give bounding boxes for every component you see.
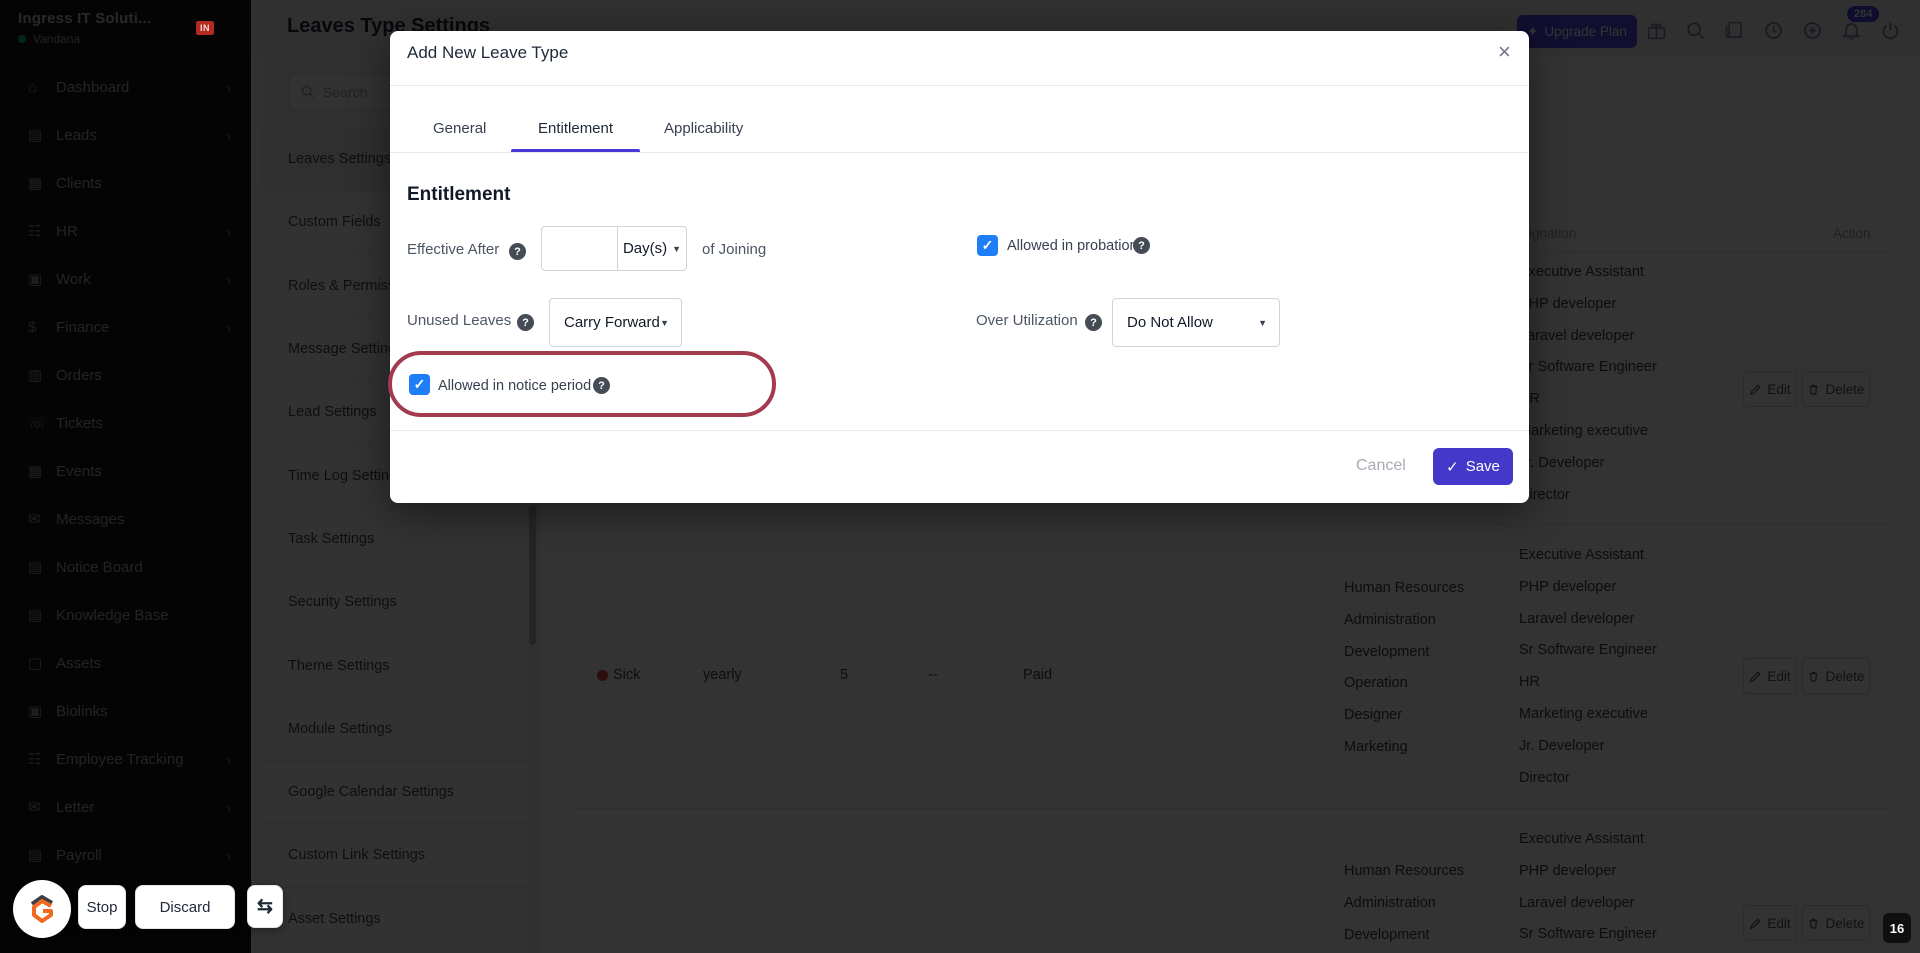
help-icon[interactable]: ? [1133, 237, 1150, 254]
cancel-button[interactable]: Cancel [1356, 457, 1406, 475]
modal-header-divider [390, 85, 1529, 86]
modal-footer-divider [390, 430, 1529, 431]
probation-label: Allowed in probation [1007, 238, 1138, 254]
caret-down-icon: ▼ [672, 244, 681, 254]
save-label: Save [1466, 458, 1500, 475]
caret-down-icon: ▼ [1258, 318, 1267, 328]
tab-entitlement[interactable]: Entitlement [538, 120, 613, 137]
stop-recording-button[interactable]: Stop [78, 885, 126, 929]
check-icon: ✓ [1446, 458, 1459, 476]
over-utilization-select[interactable]: Do Not Allow ▼ [1112, 298, 1280, 347]
recorder-logo-button[interactable] [13, 880, 71, 938]
effective-after-label: Effective After [407, 241, 499, 258]
over-utilization-label: Over Utilization [976, 312, 1078, 329]
over-utilization-value: Do Not Allow [1127, 314, 1213, 331]
unused-leaves-select[interactable]: Carry Forward ▼ [549, 298, 682, 347]
notice-period-label: Allowed in notice period [438, 378, 591, 394]
tabbar-divider [390, 152, 1529, 153]
effective-after-group: Day(s) ▼ [541, 226, 687, 271]
swap-arrows-icon: ⇆ [257, 895, 273, 918]
unused-leaves-label: Unused Leaves [407, 312, 511, 329]
app-root: Ingress IT Soluti... Vandana ⌂ Dashboard… [0, 0, 1920, 953]
add-leave-type-modal: Add New Leave Type × General Entitlement… [390, 31, 1529, 503]
modal-title: Add New Leave Type [407, 43, 568, 63]
swap-arrows-button[interactable]: ⇆ [247, 885, 283, 928]
check-icon: ✓ [982, 237, 994, 254]
unused-leaves-value: Carry Forward [564, 314, 660, 331]
stop-label: Stop [87, 899, 118, 916]
tab-applicability[interactable]: Applicability [664, 120, 743, 137]
of-joining-label: of Joining [702, 241, 766, 258]
effective-after-input[interactable] [541, 226, 618, 271]
discard-label: Discard [160, 899, 211, 916]
probation-checkbox[interactable]: ✓ [977, 235, 998, 256]
help-icon[interactable]: ? [517, 314, 534, 331]
days-unit-value: Day(s) [623, 240, 667, 257]
help-icon[interactable]: ? [593, 377, 610, 394]
help-icon[interactable]: ? [1085, 314, 1102, 331]
check-icon: ✓ [414, 376, 426, 393]
tab-general[interactable]: General [433, 120, 486, 137]
days-unit-select[interactable]: Day(s) ▼ [618, 226, 687, 271]
recording-indicator-badge: IN [196, 21, 214, 35]
corner-count-badge: 16 [1883, 913, 1911, 943]
save-button[interactable]: ✓ Save [1433, 448, 1513, 485]
notice-period-checkbox[interactable]: ✓ [409, 374, 430, 395]
recorder-logo-icon [24, 891, 60, 927]
discard-recording-button[interactable]: Discard [135, 885, 235, 929]
caret-down-icon: ▼ [660, 318, 669, 328]
help-icon[interactable]: ? [509, 243, 526, 260]
close-icon[interactable]: × [1498, 39, 1511, 65]
section-title: Entitlement [407, 184, 510, 206]
